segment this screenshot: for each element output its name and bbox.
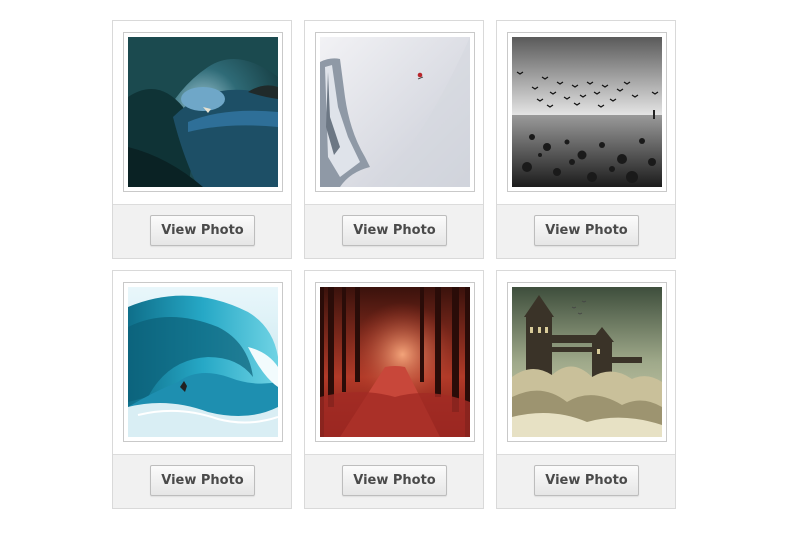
photo-frame (315, 282, 475, 442)
photo-frame (507, 282, 667, 442)
card-footer: View Photo (113, 454, 291, 508)
snow-slope-photo[interactable] (320, 37, 470, 187)
turquoise-wave-photo[interactable] (128, 287, 278, 437)
card-footer: View Photo (305, 454, 483, 508)
red-forest-photo[interactable] (320, 287, 470, 437)
photo-card: View Photo (304, 20, 484, 259)
photo-frame (123, 282, 283, 442)
photo-card: View Photo (496, 270, 676, 509)
photo-frame (507, 32, 667, 192)
birds-beach-photo[interactable] (512, 37, 662, 187)
view-photo-button[interactable]: View Photo (342, 215, 447, 246)
view-photo-button[interactable]: View Photo (534, 465, 639, 496)
card-footer: View Photo (113, 204, 291, 258)
view-photo-button[interactable]: View Photo (150, 465, 255, 496)
photo-card: View Photo (496, 20, 676, 259)
card-footer: View Photo (497, 454, 675, 508)
view-photo-button[interactable]: View Photo (534, 215, 639, 246)
card-footer: View Photo (305, 204, 483, 258)
photo-frame (123, 32, 283, 192)
photo-card: View Photo (112, 270, 292, 509)
photo-card: View Photo (112, 20, 292, 259)
photo-frame (315, 32, 475, 192)
view-photo-button[interactable]: View Photo (150, 215, 255, 246)
photo-card: View Photo (304, 270, 484, 509)
view-photo-button[interactable]: View Photo (342, 465, 447, 496)
wave-tube-photo[interactable] (128, 37, 278, 187)
card-footer: View Photo (497, 204, 675, 258)
tower-bridge-photo[interactable] (512, 287, 662, 437)
